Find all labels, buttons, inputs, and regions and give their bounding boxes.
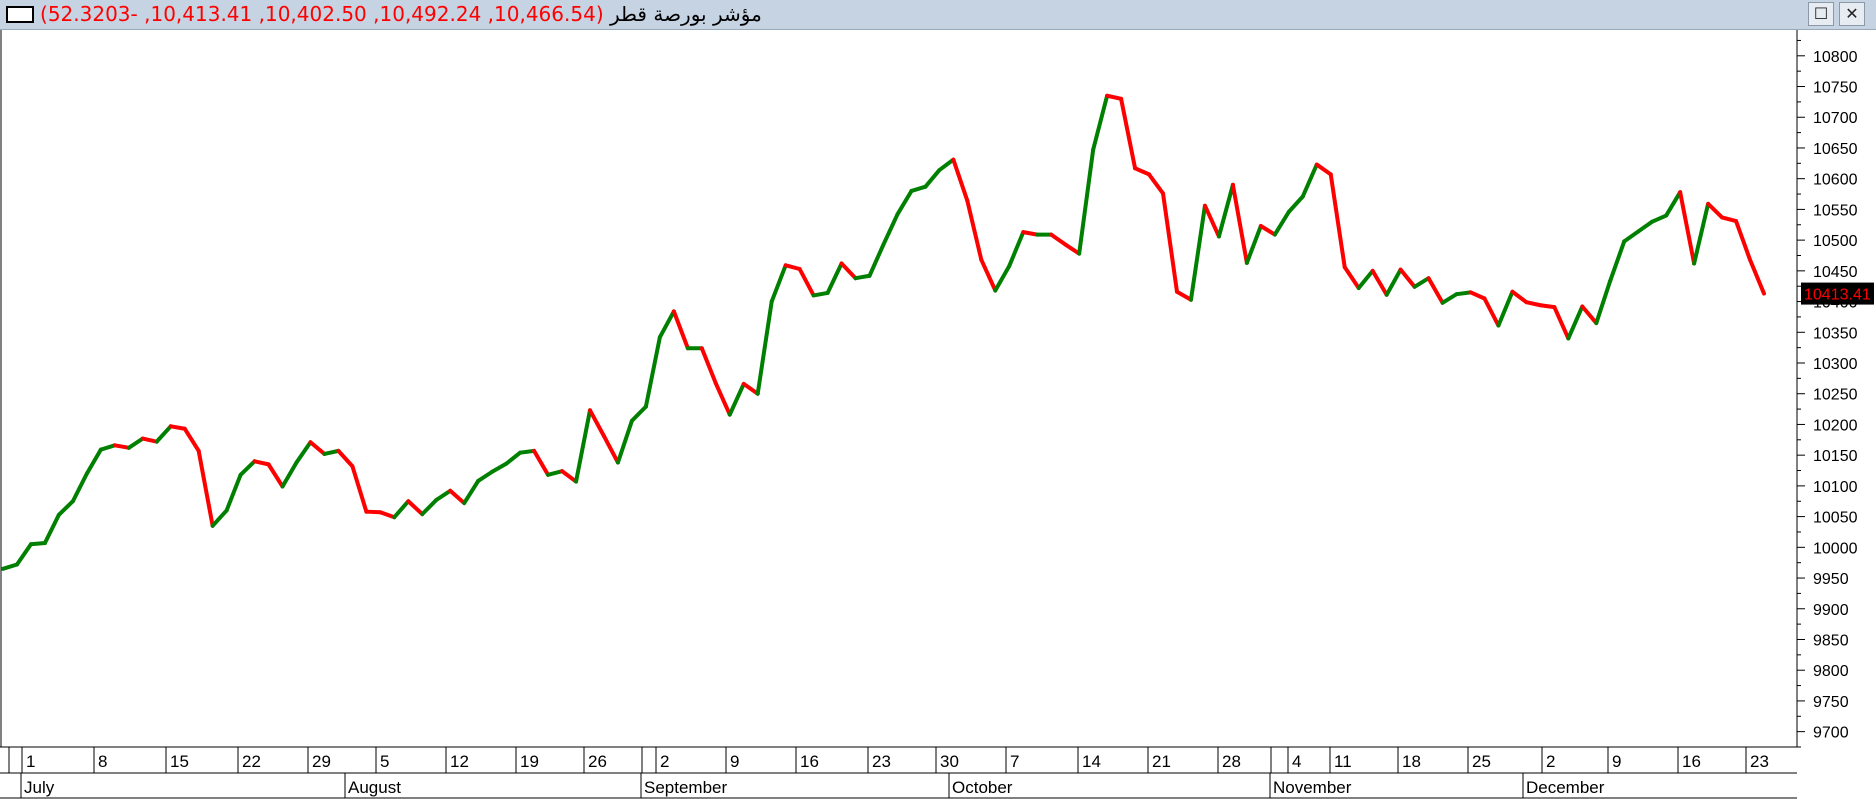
y-tick-label: 9700	[1813, 725, 1849, 742]
x-tick-label: 2	[1546, 752, 1555, 771]
y-tick-label: 10300	[1813, 356, 1858, 373]
series-segment	[1021, 230, 1040, 237]
y-tick-label: 10050	[1813, 510, 1858, 527]
series-segment	[112, 443, 131, 450]
y-tick-label: 10450	[1813, 264, 1858, 281]
x-tick-label: 28	[1222, 752, 1241, 771]
x-tick-label: 25	[1472, 752, 1491, 771]
month-label: November	[1273, 778, 1352, 797]
last-value-badge: 10413.41	[1801, 282, 1874, 305]
title-text: مؤشر بورصة قطر (10,466.54, 10,492.24, 10…	[40, 1, 762, 28]
y-tick-label: 10650	[1813, 141, 1858, 158]
y-tick-label: 10700	[1813, 110, 1858, 127]
x-tick-label: 22	[242, 752, 261, 771]
index-name: مؤشر بورصة قطر	[609, 2, 762, 26]
x-tick-label: 18	[1402, 752, 1421, 771]
x-tick-label: 21	[1152, 752, 1171, 771]
month-label: September	[644, 778, 727, 797]
y-tick-label: 10100	[1813, 479, 1858, 496]
x-tick-label: 9	[1612, 752, 1621, 771]
series-segment	[811, 290, 830, 298]
month-label: December	[1526, 778, 1605, 797]
x-tick-label: 29	[312, 752, 331, 771]
x-tick-label: 16	[1682, 752, 1701, 771]
x-tick-label: 30	[940, 752, 959, 771]
x-tick-label: 5	[380, 752, 389, 771]
month-label: October	[952, 778, 1013, 797]
x-tick-label: 12	[450, 752, 469, 771]
ohlc-values: (10,466.54, 10,492.24, 10,402.50, 10,413…	[40, 2, 604, 26]
x-tick-label: 1	[26, 752, 35, 771]
x-tick-label: 16	[800, 752, 819, 771]
x-tick-label: 9	[730, 752, 739, 771]
series-segment	[28, 541, 47, 547]
last-value-label: 10413.41	[1804, 287, 1871, 304]
x-tick-label: 19	[520, 752, 539, 771]
x-tick-label: 11	[1334, 752, 1352, 771]
y-tick-label: 9950	[1813, 571, 1849, 588]
y-tick-label: 10600	[1813, 172, 1858, 189]
close-icon[interactable]: ✕	[1839, 2, 1865, 26]
y-tick-label: 10150	[1813, 448, 1858, 465]
y-tick-label: 9800	[1813, 663, 1849, 680]
x-tick-label: 23	[1750, 752, 1769, 771]
y-tick-label: 9850	[1813, 632, 1849, 649]
y-tick-label: 10200	[1813, 417, 1858, 434]
x-tick-label: 2	[660, 752, 669, 771]
series-segment	[1538, 303, 1557, 310]
x-tick-label: 4	[1292, 752, 1301, 771]
y-tick-label: 10000	[1813, 540, 1858, 557]
x-tick-label: 8	[98, 752, 107, 771]
series-segment	[364, 509, 383, 515]
month-label: August	[348, 778, 401, 797]
x-tick-label: 15	[170, 752, 189, 771]
maximize-icon[interactable]: ☐	[1808, 2, 1834, 26]
y-tick-label: 10350	[1813, 325, 1858, 342]
series-segment	[853, 273, 872, 281]
y-tick-label: 10800	[1813, 49, 1858, 66]
series-segment	[1454, 290, 1473, 297]
y-tick-label: 10500	[1813, 233, 1858, 250]
series-segment	[168, 424, 187, 431]
y-tick-label: 10550	[1813, 202, 1858, 219]
x-tick-label: 26	[588, 752, 607, 771]
x-tick-label: 23	[872, 752, 891, 771]
series-segment	[518, 448, 537, 455]
y-tick-label: 10750	[1813, 80, 1858, 97]
window-menu-icon[interactable]	[6, 6, 34, 23]
y-tick-label: 9900	[1813, 602, 1849, 619]
month-label: July	[24, 778, 55, 797]
y-tick-label: 9750	[1813, 694, 1849, 711]
x-tick-label: 14	[1082, 752, 1101, 771]
y-tick-label: 10250	[1813, 387, 1858, 404]
title-bar: مؤشر بورصة قطر (10,466.54, 10,492.24, 10…	[0, 0, 1876, 30]
price-chart: 9700 9750 9800 9850 9900 9950 10000 10050 10100 1…	[0, 30, 1876, 799]
x-tick-label: 7	[1010, 752, 1019, 771]
